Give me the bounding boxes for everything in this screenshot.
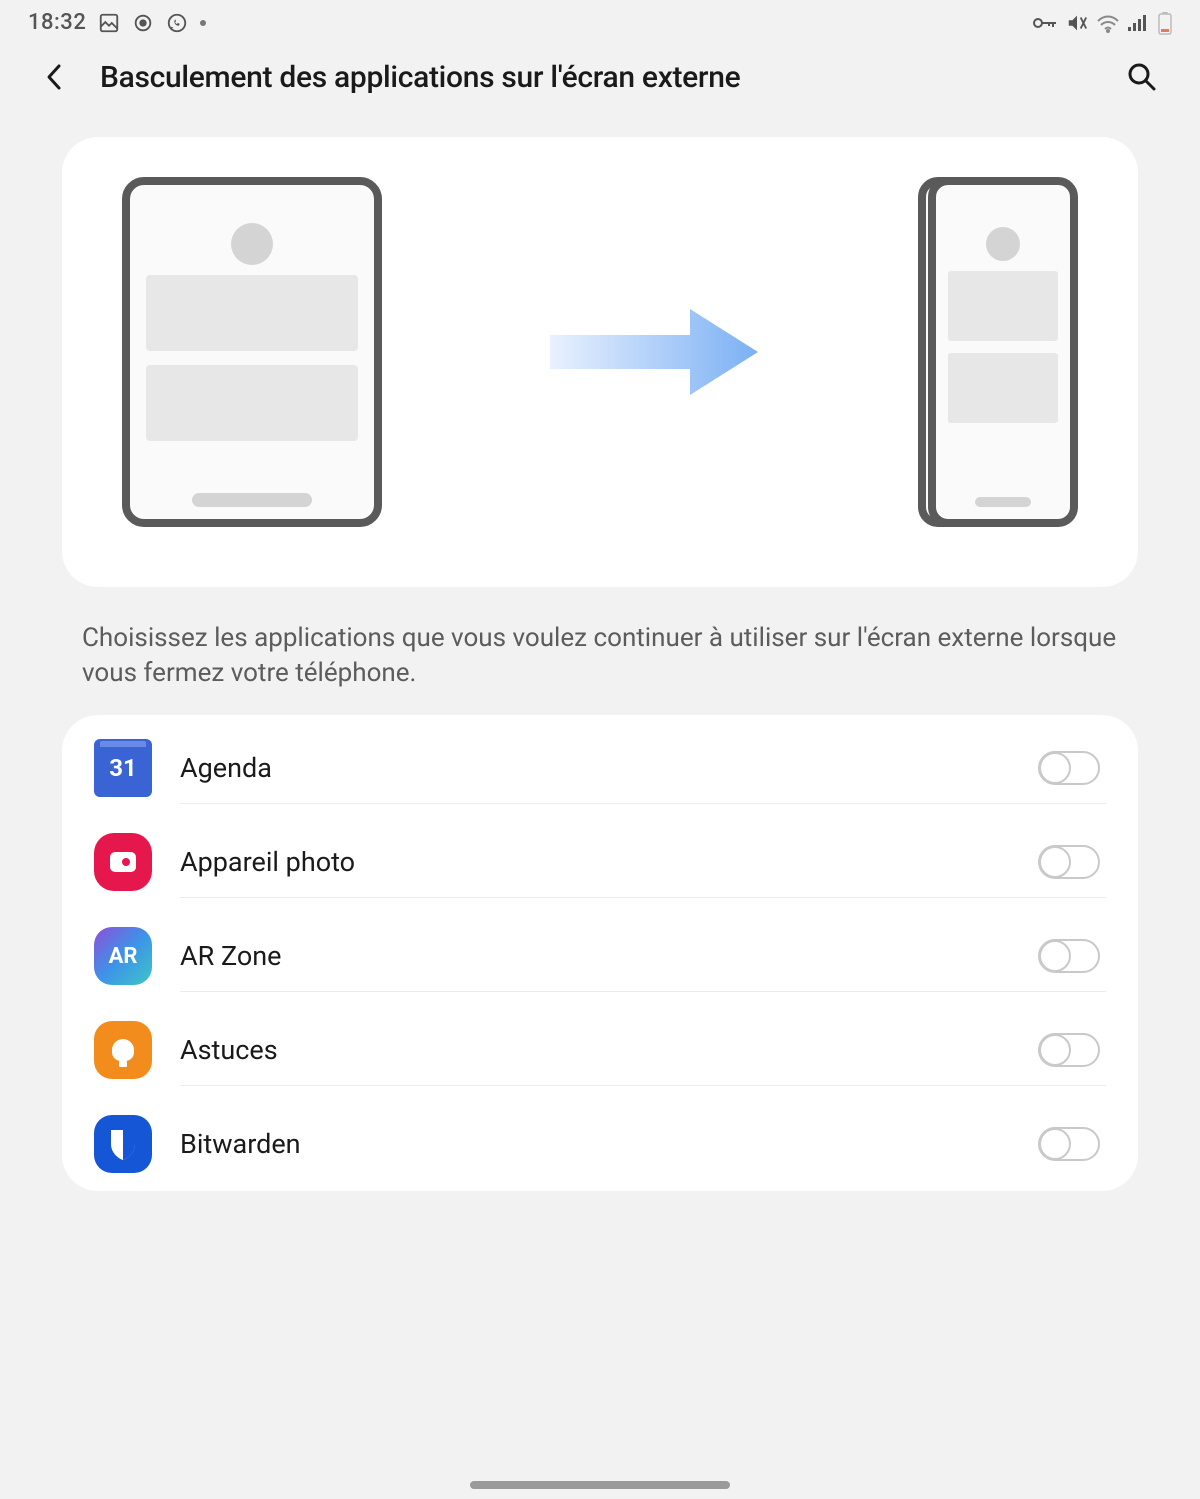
illustration-folded-phone <box>928 177 1078 527</box>
ar-icon: AR <box>94 927 152 985</box>
app-name-label: AR Zone <box>180 940 281 972</box>
toggle-ar-zone[interactable] <box>1038 939 1100 973</box>
signal-icon <box>1128 13 1150 33</box>
battery-icon <box>1158 11 1172 35</box>
image-icon <box>98 12 120 34</box>
whatsapp-icon <box>166 12 188 34</box>
description-text: Choisissez les applications que vous vou… <box>62 587 1138 715</box>
page-header: Basculement des applications sur l'écran… <box>0 41 1200 113</box>
mute-vibrate-icon <box>1066 12 1088 34</box>
app-row-tips[interactable]: Astuces <box>90 1003 1110 1097</box>
status-bar: 18:32 <box>0 0 1200 41</box>
toggle-bitwarden[interactable] <box>1038 1127 1100 1161</box>
app-name-label: Astuces <box>180 1034 278 1066</box>
page-title: Basculement des applications sur l'écran… <box>100 60 1094 95</box>
calendar-icon: 31 <box>94 739 152 797</box>
alarm-target-icon <box>132 12 154 34</box>
toggle-tips[interactable] <box>1038 1033 1100 1067</box>
search-button[interactable] <box>1124 59 1160 95</box>
camera-icon <box>94 833 152 891</box>
vpn-key-icon <box>1032 15 1058 31</box>
back-button[interactable] <box>40 62 70 92</box>
app-row-ar-zone[interactable]: AR AR Zone <box>90 909 1110 1003</box>
toggle-agenda[interactable] <box>1038 751 1100 785</box>
app-list: 31 Agenda Appareil photo AR AR Zone <box>62 715 1138 1191</box>
wifi-icon <box>1096 13 1120 33</box>
status-right <box>1032 11 1172 35</box>
illustration-unfolded-phone <box>122 177 382 527</box>
illustration-card <box>62 137 1138 587</box>
home-indicator[interactable] <box>470 1481 730 1489</box>
more-notifications-dot <box>200 20 206 26</box>
content-area: Choisissez les applications que vous vou… <box>0 113 1200 1191</box>
app-row-camera[interactable]: Appareil photo <box>90 815 1110 909</box>
shield-icon <box>94 1115 152 1173</box>
status-left: 18:32 <box>28 10 206 35</box>
lightbulb-icon <box>94 1021 152 1079</box>
illustration-arrow-icon <box>382 297 928 407</box>
app-name-label: Agenda <box>180 752 272 784</box>
app-row-bitwarden[interactable]: Bitwarden <box>90 1097 1110 1191</box>
status-time: 18:32 <box>28 10 86 35</box>
app-name-label: Bitwarden <box>180 1128 301 1160</box>
toggle-camera[interactable] <box>1038 845 1100 879</box>
app-row-agenda[interactable]: 31 Agenda <box>90 721 1110 815</box>
app-name-label: Appareil photo <box>180 846 355 878</box>
